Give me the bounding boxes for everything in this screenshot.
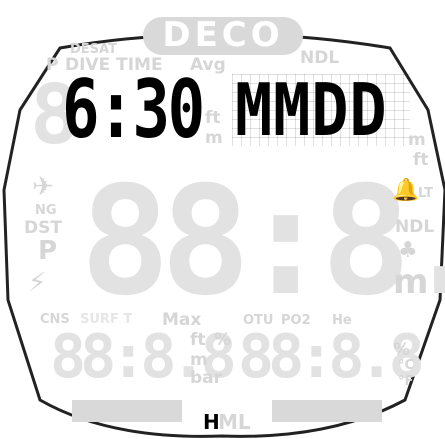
left-progress-bar <box>72 400 182 422</box>
fahrenheit-label: °F <box>398 374 414 389</box>
airplane-icon: ✈ <box>32 172 54 202</box>
ml-indicator: ML <box>218 410 251 434</box>
bar-bottom-label: bar <box>190 368 223 388</box>
bell-icon: 🔔 <box>392 178 420 203</box>
dive-computer-display: DECO DESAT P DIVE TIME Avg NDL 8 ft m m … <box>0 0 445 439</box>
ndl-right-label: NDL <box>395 217 435 237</box>
deco-label: DECO <box>162 15 284 55</box>
person-icon: ♣ <box>398 238 418 263</box>
percent-bottom-label: % <box>214 330 232 350</box>
ghost-digits-bottom-right: 88:8.8 <box>238 322 425 392</box>
dst-label: DST <box>24 218 62 238</box>
percent-right-label: % <box>393 340 411 360</box>
ng-label: NG <box>35 203 57 218</box>
time-display: 6:30 <box>62 63 205 156</box>
ft-bottom-label: ft <box>190 330 206 350</box>
m-depth-label: m <box>393 262 429 302</box>
m-mid-label: m <box>205 128 223 148</box>
date-display: MMDD <box>235 68 388 152</box>
lt-label: LT <box>418 186 433 201</box>
celsius-label: °C <box>398 358 415 373</box>
ndl-top-label: NDL <box>300 48 340 68</box>
ft-mid-label: ft <box>205 108 221 128</box>
m-bottom-label: m <box>190 350 208 370</box>
m-right-label: m <box>408 130 426 150</box>
zigzag-icon: ⚡ <box>28 268 47 298</box>
ghost-digits-large: 88:8.8 <box>80 155 445 329</box>
p-icon-label: P <box>38 236 58 266</box>
right-progress-bar <box>272 400 382 422</box>
